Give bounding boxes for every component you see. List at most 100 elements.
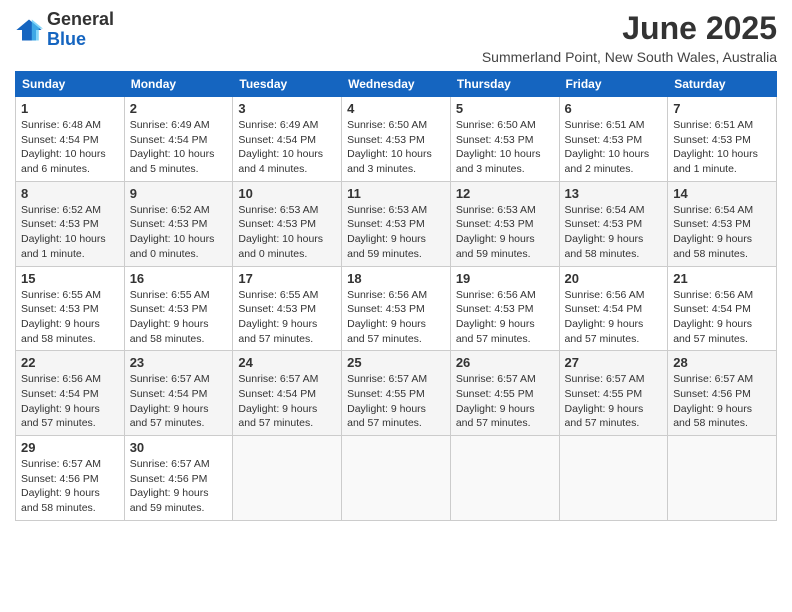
day-number: 13	[565, 186, 663, 201]
calendar-week-row: 8 Sunrise: 6:52 AM Sunset: 4:53 PM Dayli…	[16, 181, 777, 266]
calendar-cell: 12 Sunrise: 6:53 AM Sunset: 4:53 PM Dayl…	[450, 181, 559, 266]
day-detail: Sunrise: 6:48 AM Sunset: 4:54 PM Dayligh…	[21, 118, 119, 177]
day-detail: Sunrise: 6:53 AM Sunset: 4:53 PM Dayligh…	[347, 203, 445, 262]
day-detail: Sunrise: 6:49 AM Sunset: 4:54 PM Dayligh…	[238, 118, 336, 177]
calendar-cell: 17 Sunrise: 6:55 AM Sunset: 4:53 PM Dayl…	[233, 266, 342, 351]
day-number: 20	[565, 271, 663, 286]
day-number: 24	[238, 355, 336, 370]
location-subtitle: Summerland Point, New South Wales, Austr…	[482, 49, 777, 65]
calendar-cell: 26 Sunrise: 6:57 AM Sunset: 4:55 PM Dayl…	[450, 351, 559, 436]
day-detail: Sunrise: 6:49 AM Sunset: 4:54 PM Dayligh…	[130, 118, 228, 177]
calendar-cell: 22 Sunrise: 6:56 AM Sunset: 4:54 PM Dayl…	[16, 351, 125, 436]
weekday-header: Wednesday	[342, 72, 451, 97]
calendar-cell: 1 Sunrise: 6:48 AM Sunset: 4:54 PM Dayli…	[16, 97, 125, 182]
weekday-header-row: SundayMondayTuesdayWednesdayThursdayFrid…	[16, 72, 777, 97]
logo: General Blue	[15, 10, 114, 50]
day-detail: Sunrise: 6:52 AM Sunset: 4:53 PM Dayligh…	[130, 203, 228, 262]
day-detail: Sunrise: 6:53 AM Sunset: 4:53 PM Dayligh…	[456, 203, 554, 262]
logo-general-text: General	[47, 9, 114, 29]
day-number: 26	[456, 355, 554, 370]
calendar-cell: 18 Sunrise: 6:56 AM Sunset: 4:53 PM Dayl…	[342, 266, 451, 351]
day-detail: Sunrise: 6:55 AM Sunset: 4:53 PM Dayligh…	[130, 288, 228, 347]
day-number: 9	[130, 186, 228, 201]
day-detail: Sunrise: 6:51 AM Sunset: 4:53 PM Dayligh…	[565, 118, 663, 177]
month-title: June 2025	[482, 10, 777, 47]
calendar-cell: 9 Sunrise: 6:52 AM Sunset: 4:53 PM Dayli…	[124, 181, 233, 266]
calendar-week-row: 29 Sunrise: 6:57 AM Sunset: 4:56 PM Dayl…	[16, 436, 777, 521]
day-number: 15	[21, 271, 119, 286]
day-number: 11	[347, 186, 445, 201]
weekday-header: Monday	[124, 72, 233, 97]
day-detail: Sunrise: 6:57 AM Sunset: 4:55 PM Dayligh…	[347, 372, 445, 431]
calendar-cell	[450, 436, 559, 521]
calendar-cell: 11 Sunrise: 6:53 AM Sunset: 4:53 PM Dayl…	[342, 181, 451, 266]
day-detail: Sunrise: 6:57 AM Sunset: 4:56 PM Dayligh…	[673, 372, 771, 431]
calendar-cell: 21 Sunrise: 6:56 AM Sunset: 4:54 PM Dayl…	[668, 266, 777, 351]
day-number: 1	[21, 101, 119, 116]
weekday-header: Thursday	[450, 72, 559, 97]
day-detail: Sunrise: 6:57 AM Sunset: 4:54 PM Dayligh…	[130, 372, 228, 431]
day-number: 28	[673, 355, 771, 370]
day-number: 6	[565, 101, 663, 116]
day-detail: Sunrise: 6:54 AM Sunset: 4:53 PM Dayligh…	[673, 203, 771, 262]
day-detail: Sunrise: 6:57 AM Sunset: 4:54 PM Dayligh…	[238, 372, 336, 431]
day-number: 16	[130, 271, 228, 286]
day-number: 10	[238, 186, 336, 201]
calendar-cell: 19 Sunrise: 6:56 AM Sunset: 4:53 PM Dayl…	[450, 266, 559, 351]
calendar-cell: 7 Sunrise: 6:51 AM Sunset: 4:53 PM Dayli…	[668, 97, 777, 182]
calendar-cell: 16 Sunrise: 6:55 AM Sunset: 4:53 PM Dayl…	[124, 266, 233, 351]
day-detail: Sunrise: 6:51 AM Sunset: 4:53 PM Dayligh…	[673, 118, 771, 177]
calendar-cell: 23 Sunrise: 6:57 AM Sunset: 4:54 PM Dayl…	[124, 351, 233, 436]
calendar-cell: 6 Sunrise: 6:51 AM Sunset: 4:53 PM Dayli…	[559, 97, 668, 182]
day-number: 3	[238, 101, 336, 116]
day-detail: Sunrise: 6:55 AM Sunset: 4:53 PM Dayligh…	[238, 288, 336, 347]
calendar-cell	[342, 436, 451, 521]
day-number: 14	[673, 186, 771, 201]
day-number: 8	[21, 186, 119, 201]
logo-icon	[15, 16, 43, 44]
calendar-cell: 20 Sunrise: 6:56 AM Sunset: 4:54 PM Dayl…	[559, 266, 668, 351]
day-number: 4	[347, 101, 445, 116]
calendar-cell: 24 Sunrise: 6:57 AM Sunset: 4:54 PM Dayl…	[233, 351, 342, 436]
calendar-cell: 27 Sunrise: 6:57 AM Sunset: 4:55 PM Dayl…	[559, 351, 668, 436]
weekday-header: Friday	[559, 72, 668, 97]
day-detail: Sunrise: 6:54 AM Sunset: 4:53 PM Dayligh…	[565, 203, 663, 262]
day-number: 30	[130, 440, 228, 455]
day-number: 7	[673, 101, 771, 116]
day-number: 19	[456, 271, 554, 286]
calendar-cell: 13 Sunrise: 6:54 AM Sunset: 4:53 PM Dayl…	[559, 181, 668, 266]
day-detail: Sunrise: 6:57 AM Sunset: 4:55 PM Dayligh…	[456, 372, 554, 431]
calendar-table: SundayMondayTuesdayWednesdayThursdayFrid…	[15, 71, 777, 521]
day-detail: Sunrise: 6:57 AM Sunset: 4:56 PM Dayligh…	[21, 457, 119, 516]
day-number: 29	[21, 440, 119, 455]
calendar-cell	[559, 436, 668, 521]
day-number: 2	[130, 101, 228, 116]
header: General Blue June 2025 Summerland Point,…	[15, 10, 777, 65]
weekday-header: Tuesday	[233, 72, 342, 97]
day-detail: Sunrise: 6:55 AM Sunset: 4:53 PM Dayligh…	[21, 288, 119, 347]
calendar-cell: 25 Sunrise: 6:57 AM Sunset: 4:55 PM Dayl…	[342, 351, 451, 436]
calendar-cell: 2 Sunrise: 6:49 AM Sunset: 4:54 PM Dayli…	[124, 97, 233, 182]
calendar-cell: 5 Sunrise: 6:50 AM Sunset: 4:53 PM Dayli…	[450, 97, 559, 182]
calendar-cell: 29 Sunrise: 6:57 AM Sunset: 4:56 PM Dayl…	[16, 436, 125, 521]
calendar-week-row: 22 Sunrise: 6:56 AM Sunset: 4:54 PM Dayl…	[16, 351, 777, 436]
weekday-header: Saturday	[668, 72, 777, 97]
calendar-week-row: 15 Sunrise: 6:55 AM Sunset: 4:53 PM Dayl…	[16, 266, 777, 351]
day-number: 27	[565, 355, 663, 370]
calendar-cell: 28 Sunrise: 6:57 AM Sunset: 4:56 PM Dayl…	[668, 351, 777, 436]
day-detail: Sunrise: 6:56 AM Sunset: 4:54 PM Dayligh…	[21, 372, 119, 431]
calendar-cell	[233, 436, 342, 521]
day-detail: Sunrise: 6:52 AM Sunset: 4:53 PM Dayligh…	[21, 203, 119, 262]
calendar-week-row: 1 Sunrise: 6:48 AM Sunset: 4:54 PM Dayli…	[16, 97, 777, 182]
day-detail: Sunrise: 6:50 AM Sunset: 4:53 PM Dayligh…	[456, 118, 554, 177]
day-number: 22	[21, 355, 119, 370]
day-number: 17	[238, 271, 336, 286]
title-area: June 2025 Summerland Point, New South Wa…	[482, 10, 777, 65]
day-detail: Sunrise: 6:50 AM Sunset: 4:53 PM Dayligh…	[347, 118, 445, 177]
weekday-header: Sunday	[16, 72, 125, 97]
day-number: 5	[456, 101, 554, 116]
calendar-cell	[668, 436, 777, 521]
day-number: 18	[347, 271, 445, 286]
calendar-cell: 30 Sunrise: 6:57 AM Sunset: 4:56 PM Dayl…	[124, 436, 233, 521]
calendar-cell: 10 Sunrise: 6:53 AM Sunset: 4:53 PM Dayl…	[233, 181, 342, 266]
